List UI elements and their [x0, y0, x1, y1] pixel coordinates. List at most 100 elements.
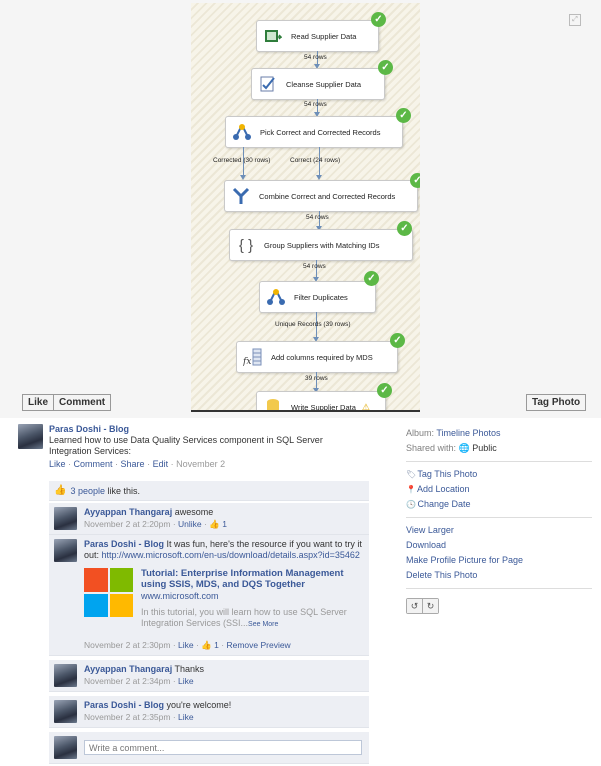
album-label: Album: — [406, 428, 435, 438]
post-actions: Like · Comment · Share · Edit · November… — [49, 459, 226, 469]
flow-label: Corrected (30 rows) — [213, 157, 271, 164]
comment-author[interactable]: Paras Doshi - Blog — [84, 539, 164, 549]
link-preview-title[interactable]: Tutorial: Enterprise Information Managem… — [141, 568, 361, 590]
comment-time[interactable]: November 2 at 2:20pm — [84, 519, 170, 529]
microsoft-logo-icon — [84, 568, 133, 617]
post-text: Learned how to use Data Quality Services… — [49, 435, 323, 456]
clock-icon: 🕓 — [406, 500, 416, 509]
globe-icon: 🌐 — [458, 443, 470, 453]
make-profile-picture-link[interactable]: Make Profile Picture for Page — [406, 553, 592, 568]
split-icon — [266, 287, 286, 307]
like-link[interactable]: Like — [178, 640, 194, 650]
avatar[interactable] — [54, 664, 77, 687]
comment-text: you're welcome! — [166, 700, 232, 710]
remove-preview-link[interactable]: Remove Preview — [226, 640, 290, 650]
link-preview-domain: www.microsoft.com — [141, 591, 219, 601]
rotate-left-icon[interactable]: ↺ — [407, 599, 422, 613]
rotate-controls: ↺ ↻ — [406, 598, 439, 614]
privacy-value[interactable]: Public — [472, 443, 497, 453]
flow-label: 54 rows — [304, 101, 327, 108]
avatar[interactable] — [54, 507, 77, 530]
see-more-link[interactable]: See More — [248, 621, 278, 628]
link-preview-card[interactable]: Tutorial: Enterprise Information Managem… — [84, 568, 364, 630]
comment-time[interactable]: November 2 at 2:30pm — [84, 640, 170, 650]
excel-source-icon — [263, 26, 283, 46]
photo-sidebar: Album: Timeline Photos Shared with: 🌐 Pu… — [406, 426, 592, 614]
flow-label: 54 rows — [306, 214, 329, 221]
split-icon — [232, 122, 252, 142]
photo-stage: Read Supplier Data ✓ 54 rows Cleanse Sup… — [0, 0, 601, 418]
comments-section: 👍 3 people like this. Ayyappan Thangaraj… — [49, 481, 369, 764]
cleanse-icon — [258, 74, 278, 94]
delete-photo-link[interactable]: Delete This Photo — [406, 568, 592, 583]
comment-like-number: 1 — [214, 640, 219, 650]
post-author[interactable]: Paras Doshi - Blog — [49, 424, 349, 435]
thumbs-up-icon: 👍 — [54, 485, 67, 496]
change-date-link[interactable]: Change Date — [418, 499, 471, 509]
like-comment-group: Like Comment — [22, 394, 112, 411]
download-link[interactable]: Download — [406, 538, 592, 553]
comment-like-count[interactable]: 👍 1 — [201, 640, 219, 650]
flow-node-pick: Pick Correct and Corrected Records — [225, 116, 403, 148]
comment-text: Thanks — [174, 664, 205, 674]
flow-node-read: Read Supplier Data — [256, 20, 379, 52]
flow-node-write: Write Supplier Data ⚠ — [256, 391, 386, 412]
flow-node-cleanse: Cleanse Supplier Data — [251, 68, 385, 100]
thumbs-up-icon: 👍 — [201, 640, 212, 650]
album-row: Album: Timeline Photos — [406, 426, 592, 441]
comment-item: Paras Doshi - Blog you're welcome! Novem… — [49, 696, 369, 728]
comment-author[interactable]: Ayyappan Thangaraj — [84, 507, 172, 517]
likes-summary: 👍 3 people like this. — [49, 481, 369, 501]
tag-icon: 🏷 — [406, 470, 417, 479]
post-like-link[interactable]: Like — [49, 459, 66, 469]
tag-photo-button[interactable]: Tag Photo — [526, 394, 587, 411]
like-button[interactable]: Like — [22, 394, 55, 411]
comment-meta: November 2 at 2:20pm · Unlike · 👍 1 — [84, 519, 227, 529]
database-icon — [263, 397, 283, 410]
comment-author[interactable]: Ayyappan Thangaraj — [84, 664, 172, 674]
shared-label: Shared with: — [406, 443, 457, 453]
braces-icon: { } — [238, 236, 254, 254]
post-share-link[interactable]: Share — [121, 459, 145, 469]
avatar[interactable] — [54, 700, 77, 723]
comment-meta: November 2 at 2:35pm · Like — [84, 712, 194, 722]
post-date[interactable]: November 2 — [176, 459, 225, 469]
check-icon: ✓ — [410, 173, 420, 188]
comment-text: awesome — [174, 507, 214, 517]
avatar[interactable] — [54, 539, 77, 562]
comment-time[interactable]: November 2 at 2:34pm — [84, 676, 170, 686]
view-larger-link[interactable]: View Larger — [406, 523, 592, 538]
node-label: Read Supplier Data — [291, 31, 357, 41]
likes-suffix: like this. — [107, 485, 141, 496]
flow-node-derived: fx Add columns required by MDS — [236, 341, 398, 373]
comment-item: Ayyappan Thangaraj Thanks November 2 at … — [49, 660, 369, 692]
flow-label: Unique Records (39 rows) — [275, 321, 351, 328]
like-link[interactable]: Like — [178, 712, 194, 722]
comment-meta: November 2 at 2:34pm · Like — [84, 676, 194, 686]
album-link[interactable]: Timeline Photos — [436, 428, 500, 438]
comment-input[interactable]: Write a comment... — [84, 740, 362, 755]
expand-icon[interactable]: ⤢ — [569, 14, 581, 26]
avatar[interactable] — [18, 424, 43, 449]
rotate-right-icon[interactable]: ↻ — [422, 599, 438, 613]
post-comment-link[interactable]: Comment — [74, 459, 113, 469]
add-location-link[interactable]: Add Location — [417, 484, 470, 494]
comment-author[interactable]: Paras Doshi - Blog — [84, 700, 164, 710]
comment-button[interactable]: Comment — [54, 394, 112, 411]
comment-item: Paras Doshi - Blog It was fun, here's th… — [49, 535, 369, 656]
likes-count-link[interactable]: 3 people — [70, 486, 105, 496]
node-label: Group Suppliers with Matching IDs — [264, 240, 380, 250]
unlike-link[interactable]: Unlike — [178, 519, 202, 529]
post-edit-link[interactable]: Edit — [153, 459, 169, 469]
flow-node-group: { } Group Suppliers with Matching IDs — [229, 229, 413, 261]
tag-this-photo-link[interactable]: Tag This Photo — [417, 469, 477, 479]
like-link[interactable]: Like — [178, 676, 194, 686]
comment-link[interactable]: http://www.microsoft.com/en-us/download/… — [102, 550, 360, 560]
photo[interactable]: Read Supplier Data ✓ 54 rows Cleanse Sup… — [191, 3, 420, 412]
comment-like-count[interactable]: 👍 1 — [209, 519, 227, 529]
node-label: Pick Correct and Corrected Records — [260, 127, 381, 137]
node-label: Write Supplier Data — [291, 402, 356, 412]
flow-label: 54 rows — [303, 263, 326, 270]
comment-time[interactable]: November 2 at 2:35pm — [84, 712, 170, 722]
node-label: Filter Duplicates — [294, 292, 348, 302]
